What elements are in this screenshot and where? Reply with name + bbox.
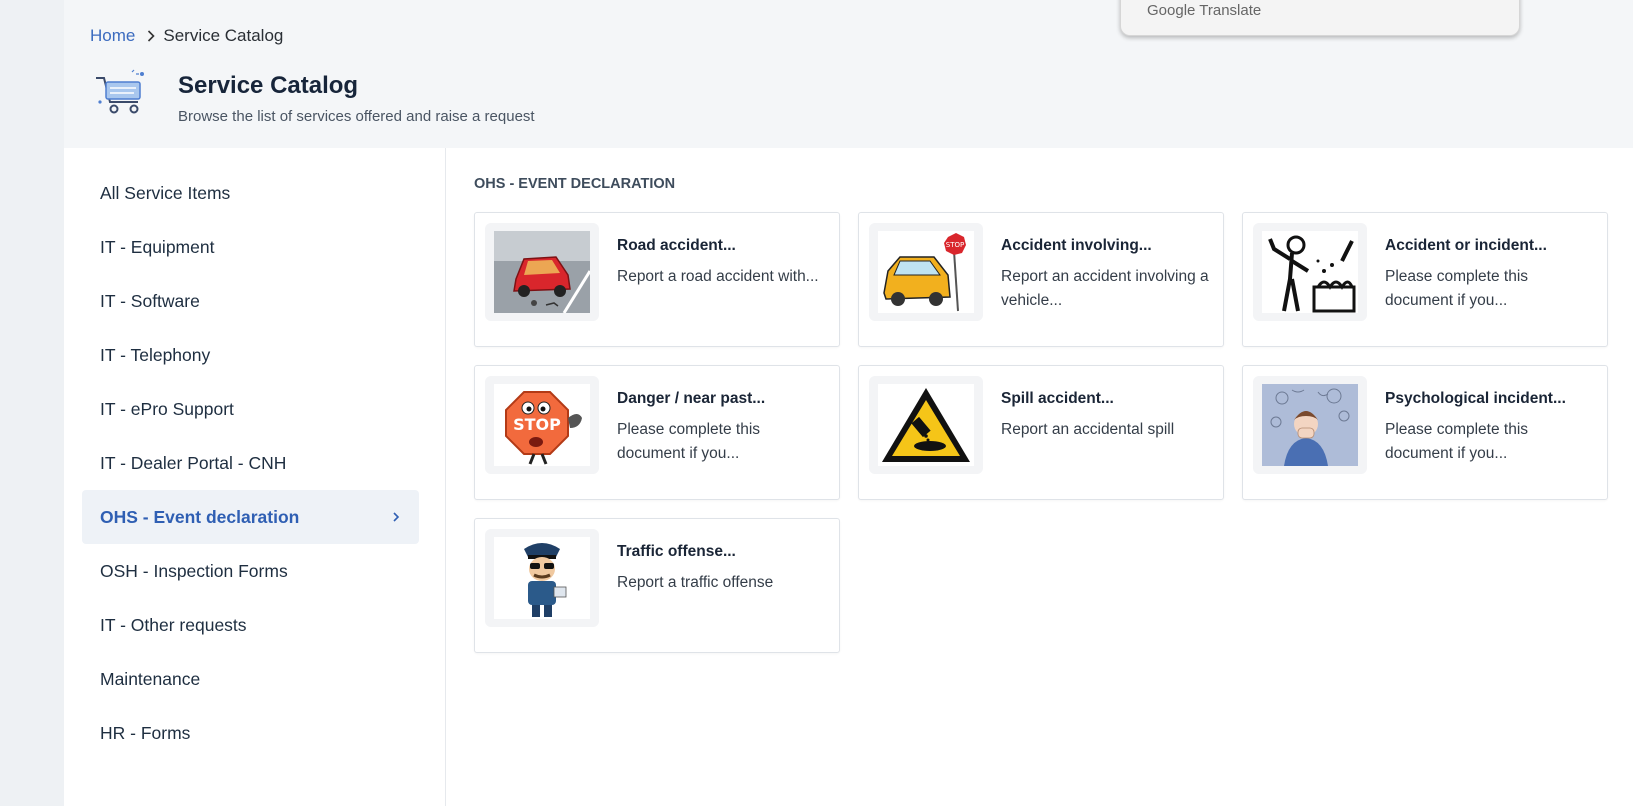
sidebar-item-label: IT - ePro Support (100, 398, 234, 419)
person-burn-incident-image (1253, 223, 1367, 321)
google-translate-popup[interactable]: Google Translate (1120, 0, 1520, 36)
page-subtitle: Browse the list of services offered and … (178, 108, 535, 125)
sidebar-item-label: OSH - Inspection Forms (100, 560, 288, 581)
card-title: Spill accident... (1001, 390, 1114, 407)
sidebar-item-all-service-items[interactable]: All Service Items (82, 166, 419, 220)
card-title: Psychological incident... (1385, 390, 1566, 407)
card-description: Please complete this document if you... (1385, 421, 1529, 462)
category-sidebar: All Service Items IT - Equipment IT - So… (64, 148, 446, 806)
card-title: Road accident... (617, 237, 736, 254)
sidebar-item-it-equipment[interactable]: IT - Equipment (82, 220, 419, 274)
road-accident-image (485, 223, 599, 321)
police-officer-image (485, 529, 599, 627)
sidebar-item-label: IT - Equipment (100, 236, 215, 257)
service-card-spill-accident[interactable]: Spill accident... Report an accidental s… (858, 365, 1224, 500)
card-description: Report an accidental spill (1001, 421, 1175, 438)
sidebar-item-label: HR - Forms (100, 722, 191, 743)
chevron-right-icon (389, 509, 403, 525)
car-crash-stop-sign-image: STOP (869, 223, 983, 321)
card-description: Report a traffic offense (617, 574, 774, 591)
stressed-person-image (1253, 376, 1367, 474)
section-title: OHS - EVENT DECLARATION (474, 176, 676, 192)
card-title: Accident involving... (1001, 237, 1152, 254)
sidebar-item-ohs-event-declaration[interactable]: OHS - Event declaration (82, 490, 419, 544)
service-card-road-accident[interactable]: Road accident... Report a road accident … (474, 212, 840, 347)
sidebar-item-label: IT - Dealer Portal - CNH (100, 452, 287, 473)
sidebar-item-it-dealer-portal-cnh[interactable]: IT - Dealer Portal - CNH (82, 436, 419, 490)
card-description: Report a road accident with... (617, 268, 819, 285)
card-description: Please complete this document if you... (1385, 268, 1529, 309)
google-translate-label: Google Translate (1147, 2, 1262, 19)
card-description: Report an accident involving a vehicle..… (1001, 268, 1209, 309)
sidebar-item-label: IT - Software (100, 290, 200, 311)
sidebar-item-maintenance[interactable]: Maintenance (82, 652, 419, 706)
svg-text:STOP: STOP (946, 241, 964, 249)
breadcrumb-current: Service Catalog (163, 26, 284, 45)
service-card-accident-or-incident[interactable]: Accident or incident... Please complete … (1242, 212, 1608, 347)
sidebar-item-it-telephony[interactable]: IT - Telephony (82, 328, 419, 382)
svg-text:STOP: STOP (513, 415, 561, 434)
sidebar-item-osh-inspection-forms[interactable]: OSH - Inspection Forms (82, 544, 419, 598)
breadcrumb-chevron-icon (147, 30, 155, 42)
card-title: Danger / near past... (617, 390, 766, 407)
card-description: Please complete this document if you... (617, 421, 761, 462)
sidebar-item-label: IT - Other requests (100, 614, 247, 635)
shopping-cart-icon (94, 68, 150, 120)
service-card-danger-near-past[interactable]: STOP Danger / near past... Please comple… (474, 365, 840, 500)
breadcrumb: Home Service Catalog (90, 26, 283, 46)
service-card-accident-involving-vehicle[interactable]: STOP Accident involving... Report an acc… (858, 212, 1224, 347)
stop-sign-character-image: STOP (485, 376, 599, 474)
service-card-traffic-offense[interactable]: Traffic offense... Report a traffic offe… (474, 518, 840, 653)
card-title: Traffic offense... (617, 543, 736, 560)
sidebar-item-it-software[interactable]: IT - Software (82, 274, 419, 328)
sidebar-item-label: Maintenance (100, 668, 201, 689)
sidebar-item-hr-forms[interactable]: HR - Forms (82, 706, 419, 760)
service-card-psychological-incident[interactable]: Psychological incident... Please complet… (1242, 365, 1608, 500)
spill-warning-sign-image (869, 376, 983, 474)
breadcrumb-home-link[interactable]: Home (90, 26, 135, 46)
page: Home Service Catalog Service Catalog Bro… (64, 0, 1633, 806)
sidebar-item-label: All Service Items (100, 182, 231, 203)
sidebar-item-it-epro-support[interactable]: IT - ePro Support (82, 382, 419, 436)
sidebar-item-label: IT - Telephony (100, 344, 211, 365)
card-title: Accident or incident... (1385, 237, 1547, 254)
sidebar-item-it-other-requests[interactable]: IT - Other requests (82, 598, 419, 652)
sidebar-item-label: OHS - Event declaration (100, 506, 300, 527)
page-title: Service Catalog (178, 72, 359, 99)
